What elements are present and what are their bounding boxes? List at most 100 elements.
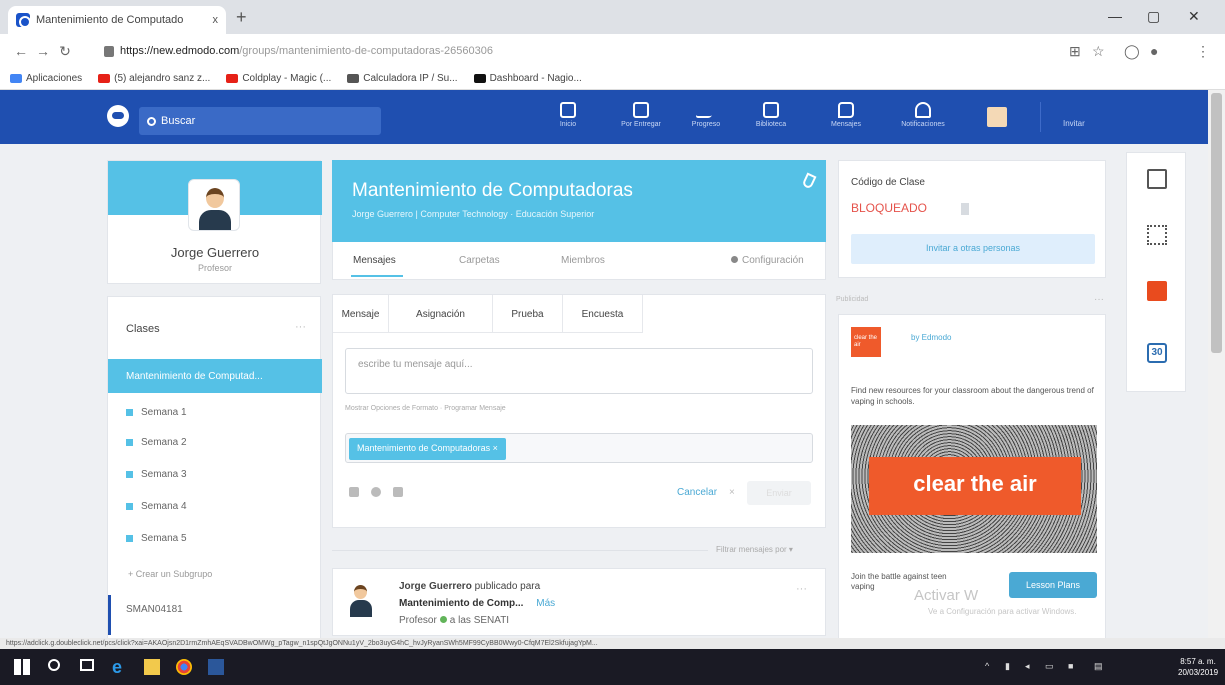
url-path: /groups/mantenimiento-de-computadoras-26… xyxy=(239,45,494,57)
forward-icon[interactable]: → xyxy=(32,43,54,59)
translate-icon[interactable]: ⊞ xyxy=(1069,43,1081,60)
library-attach-icon[interactable] xyxy=(393,487,403,497)
active-tab-indicator xyxy=(351,275,403,277)
post-type-poll[interactable]: Encuesta xyxy=(563,295,643,333)
post-type-message[interactable]: Mensaje xyxy=(333,295,389,333)
windows-start-icon[interactable] xyxy=(14,659,30,675)
tray-up-icon[interactable]: ^ xyxy=(985,661,989,671)
edge-icon[interactable]: e xyxy=(112,658,128,676)
chrome-icon[interactable] xyxy=(176,659,192,675)
classes-more-button[interactable]: ··· xyxy=(295,321,306,333)
subgroup-item[interactable]: Semana 1 xyxy=(126,407,187,418)
battery-icon[interactable]: ▭ xyxy=(1045,661,1054,672)
cancel-button[interactable]: Cancelar xyxy=(677,487,717,498)
tab-close-button[interactable]: x xyxy=(213,14,219,26)
nav-library[interactable]: Biblioteca xyxy=(743,102,799,128)
network-icon[interactable]: ▮ xyxy=(1005,661,1010,672)
reload-icon[interactable]: ↻ xyxy=(54,43,76,60)
nav-home[interactable]: Inicio xyxy=(540,102,596,128)
code-dropdown-icon[interactable] xyxy=(961,203,969,215)
browser-tab[interactable]: Mantenimiento de Computado x xyxy=(8,6,226,34)
post-author[interactable]: Jorge Guerrero xyxy=(399,581,472,592)
new-tab-button[interactable]: + xyxy=(236,7,247,28)
calendar-icon[interactable]: 30 xyxy=(1147,343,1167,363)
subgroup-item[interactable]: Semana 5 xyxy=(126,533,187,544)
class-item[interactable]: SMAN04181 xyxy=(108,595,322,635)
clock[interactable]: 8:57 a. m. 20/03/2019 xyxy=(1178,656,1218,678)
url-input[interactable]: https://new.edmodo.com/groups/mantenimie… xyxy=(104,39,1056,63)
file-explorer-icon[interactable] xyxy=(144,659,160,675)
filter-posts-dropdown[interactable]: Filtrar mensajes por ▾ xyxy=(716,545,793,554)
create-subgroup-link[interactable]: + Crear un Subgrupo xyxy=(128,569,212,579)
bookmark-star-icon[interactable]: ☆ xyxy=(1092,43,1105,60)
format-options-link[interactable]: Mostrar Opciones de Formato · Programar … xyxy=(345,405,506,412)
profile-avatar[interactable] xyxy=(188,179,240,231)
nav-divider xyxy=(1040,102,1041,132)
back-icon[interactable]: ← xyxy=(10,43,32,59)
post-menu-button[interactable]: ··· xyxy=(796,583,807,595)
recipient-chip[interactable]: Mantenimiento de Computadoras × xyxy=(349,438,506,460)
restore-icon[interactable]: ▢ xyxy=(1147,8,1160,25)
author-avatar[interactable] xyxy=(347,583,375,617)
backpack-icon[interactable] xyxy=(1147,169,1167,189)
bookmark-item[interactable]: Aplicaciones xyxy=(10,73,82,84)
avatar-body xyxy=(199,210,231,230)
lesson-plans-button[interactable]: Lesson Plans xyxy=(1009,572,1097,598)
subgroup-item[interactable]: Semana 4 xyxy=(126,501,187,512)
bookmark-item[interactable]: (5) alejandro sanz z... xyxy=(98,73,210,84)
post-type-assignment[interactable]: Asignación xyxy=(389,295,493,333)
ad-sponsor[interactable]: by Edmodo xyxy=(911,333,951,342)
invite-link[interactable]: Invitar xyxy=(1063,119,1085,128)
notification-icon[interactable]: ■ xyxy=(1068,661,1073,671)
menu-kebab-icon[interactable]: ⋮ xyxy=(1196,43,1210,60)
keyboard-icon[interactable]: ▤ xyxy=(1094,661,1103,672)
attach-file-icon[interactable] xyxy=(349,487,359,497)
profile-role: Profesor xyxy=(197,263,232,273)
send-button[interactable]: Enviar xyxy=(747,481,811,505)
nav-to-do[interactable]: Por Entregar xyxy=(613,102,669,128)
recipients-field[interactable]: Mantenimiento de Computadoras × xyxy=(345,433,813,463)
settings-button[interactable]: Configuración xyxy=(731,255,804,266)
profile-name[interactable]: Jorge Guerrero xyxy=(108,245,322,260)
scrollbar-thumb[interactable] xyxy=(1211,93,1222,353)
edmodo-logo-icon[interactable] xyxy=(107,105,129,127)
tab-folders[interactable]: Carpetas xyxy=(459,255,500,266)
message-input[interactable]: escribe tu mensaje aquí... xyxy=(345,348,813,394)
apps-grid-icon[interactable] xyxy=(1147,225,1167,245)
bookmark-item[interactable]: Calculadora IP / Su... xyxy=(347,73,458,84)
word-icon[interactable] xyxy=(208,659,224,675)
search-icon[interactable] xyxy=(48,659,60,671)
post-type-quiz[interactable]: Prueba xyxy=(493,295,563,333)
bookmark-item[interactable]: Coldplay - Magic (... xyxy=(226,73,331,84)
extension-icon[interactable]: ◯ xyxy=(1124,43,1140,60)
edit-pencil-icon[interactable] xyxy=(801,172,817,190)
invite-others-button[interactable]: Invitar a otras personas xyxy=(851,234,1095,264)
subgroup-item[interactable]: Semana 3 xyxy=(126,469,187,480)
user-avatar[interactable] xyxy=(987,107,1007,127)
nav-messages[interactable]: Mensajes xyxy=(818,102,874,128)
volume-icon[interactable]: ◂ xyxy=(1025,661,1030,672)
classes-card: Clases ··· Mantenimiento de Computad... … xyxy=(107,296,322,638)
post-target[interactable]: Mantenimiento de Comp... xyxy=(399,598,523,609)
search-input[interactable]: Buscar xyxy=(139,107,381,135)
minimize-icon[interactable]: — xyxy=(1108,8,1122,24)
profile-icon[interactable]: ● xyxy=(1150,43,1158,59)
tab-members[interactable]: Miembros xyxy=(561,255,605,266)
ad-menu-button[interactable]: ··· xyxy=(1094,294,1104,305)
tab-messages[interactable]: Mensajes xyxy=(353,255,396,266)
post-meta: Profesor a las SENATI xyxy=(399,615,509,626)
bookmark-item[interactable]: Dashboard - Nagio... xyxy=(473,73,582,84)
class-header: Mantenimiento de Computadoras Jorge Guer… xyxy=(332,160,826,242)
class-item-active[interactable]: Mantenimiento de Computad... xyxy=(108,359,322,393)
task-view-icon[interactable] xyxy=(80,659,94,671)
ad-image[interactable]: clear the air xyxy=(851,425,1097,553)
link-icon[interactable] xyxy=(371,487,381,497)
nav-notifications[interactable]: Notificaciones xyxy=(888,102,958,128)
clear-the-air-logo[interactable]: clear the air xyxy=(851,327,881,357)
close-window-icon[interactable]: ✕ xyxy=(1188,8,1200,25)
office-icon[interactable] xyxy=(1147,281,1167,301)
subgroup-item[interactable]: Semana 2 xyxy=(126,437,187,448)
nav-progress[interactable]: Progreso xyxy=(678,102,734,128)
post-composer: Mensaje Asignación Prueba Encuesta escri… xyxy=(332,294,826,528)
more-link[interactable]: Más xyxy=(536,598,555,609)
